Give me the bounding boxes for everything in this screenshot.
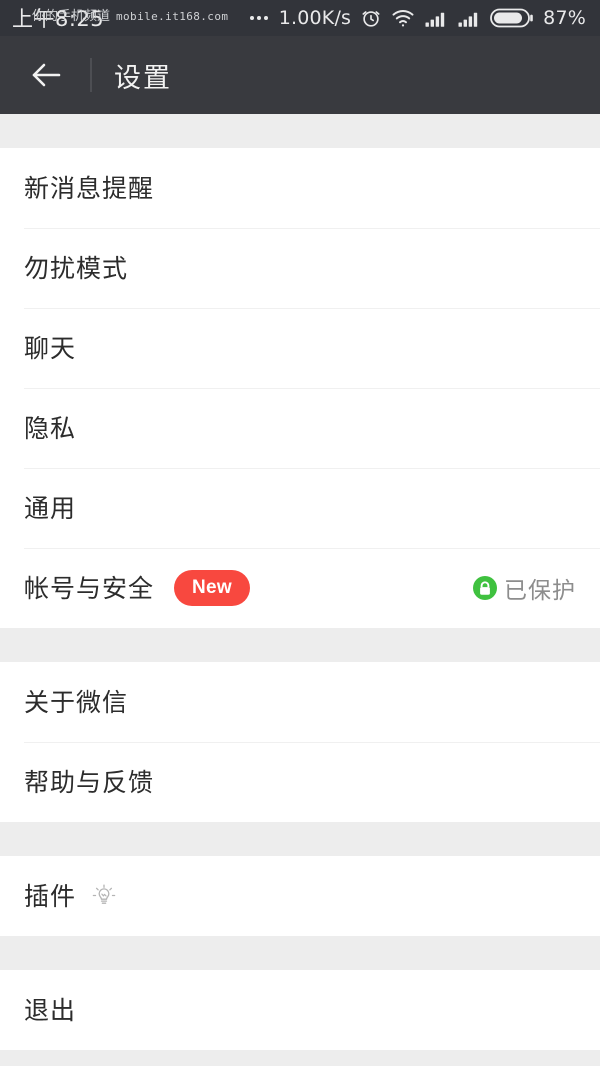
notifications-section: 新消息提醒 勿扰模式 聊天 隐私 通用 帐号与安全 New 已保护: [0, 148, 600, 628]
more-dots-icon: [249, 16, 268, 20]
back-button[interactable]: [24, 53, 68, 97]
new-badge: New: [174, 570, 250, 606]
settings-screen: 上午8:25 你的手机频道 mobile.it168.com 1.00K/s 8…: [0, 0, 600, 1066]
network-speed: 1.00K/s: [278, 7, 352, 29]
row-logout[interactable]: 退出: [0, 970, 600, 1050]
bottom-gap: [0, 1050, 600, 1066]
back-arrow-icon: [29, 60, 63, 90]
row-general[interactable]: 通用: [0, 468, 600, 548]
row-label: 勿扰模式: [24, 253, 129, 283]
row-privacy[interactable]: 隐私: [0, 388, 600, 468]
row-label: 帐号与安全: [24, 573, 155, 603]
row-label: 新消息提醒: [24, 173, 155, 203]
section-gap: [0, 822, 600, 856]
row-label: 聊天: [24, 333, 77, 363]
status-time: 上午8:25: [12, 7, 105, 31]
row-trailing: 已保护: [472, 571, 576, 605]
about-section: 关于微信 帮助与反馈: [0, 662, 600, 822]
row-plugins[interactable]: 插件: [0, 856, 600, 936]
row-about-wechat[interactable]: 关于微信: [0, 662, 600, 742]
row-label: 帮助与反馈: [24, 767, 155, 797]
row-new-message-alerts[interactable]: 新消息提醒: [0, 148, 600, 228]
section-gap: [0, 114, 600, 148]
section-gap: [0, 628, 600, 662]
status-bar: 上午8:25 你的手机频道 mobile.it168.com 1.00K/s 8…: [0, 0, 600, 36]
section-gap: [0, 936, 600, 970]
row-chat[interactable]: 聊天: [0, 308, 600, 388]
status-bar-right: 1.00K/s 87%: [249, 7, 586, 29]
signal-bars-icon: [457, 8, 481, 28]
row-help-feedback[interactable]: 帮助与反馈: [0, 742, 600, 822]
alarm-clock-icon: [360, 7, 382, 29]
row-label: 通用: [24, 493, 77, 523]
wifi-icon: [391, 8, 415, 28]
lightbulb-icon: [90, 882, 118, 910]
logout-section: 退出: [0, 970, 600, 1050]
protection-status-text: 已保护: [504, 578, 576, 604]
row-account-security[interactable]: 帐号与安全 New 已保护: [0, 548, 600, 628]
watermark-url: mobile.it168.com: [116, 10, 229, 23]
battery-icon: [490, 7, 534, 29]
row-do-not-disturb[interactable]: 勿扰模式: [0, 228, 600, 308]
row-label: 退出: [24, 995, 77, 1025]
row-label: 关于微信: [24, 687, 129, 717]
plugins-section: 插件: [0, 856, 600, 936]
row-label: 隐私: [24, 413, 77, 443]
signal-bars-icon: [424, 8, 448, 28]
battery-percent: 87%: [543, 7, 586, 29]
page-title: 设置: [114, 62, 172, 94]
lock-shield-icon: [472, 575, 498, 601]
app-bar-divider: [90, 58, 92, 92]
app-bar: 设置: [0, 36, 600, 114]
settings-list: 新消息提醒 勿扰模式 聊天 隐私 通用 帐号与安全 New 已保护 关于微信 帮…: [0, 114, 600, 1066]
row-label: 插件: [24, 881, 77, 911]
status-bar-left: 上午8:25 你的手机频道 mobile.it168.com: [12, 3, 228, 33]
